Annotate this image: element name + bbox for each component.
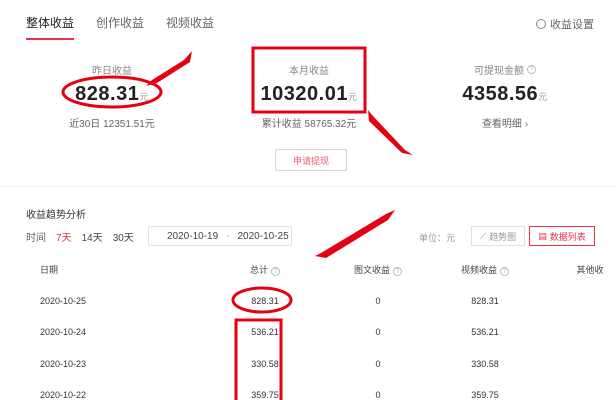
range-14-days[interactable]: 14天 xyxy=(82,229,103,244)
arrow-total xyxy=(315,210,395,258)
stat-withdrawable: 可提现金额? 4358.56元 查看明细 › xyxy=(425,62,585,130)
header-image-text-income: 图文收益? xyxy=(347,263,409,276)
time-label: 时间 xyxy=(26,233,46,244)
cell-video: 536.21 xyxy=(471,327,499,337)
header-other-income: 其他收 xyxy=(576,265,604,275)
cell-image-text: 0 xyxy=(375,359,381,369)
gear-icon xyxy=(536,19,546,29)
header-date: 日期 xyxy=(40,265,59,275)
cell-date: 2020-10-25 xyxy=(40,296,87,306)
cell-total: 359.75 xyxy=(251,390,279,400)
table-row: 2020-10-23 330.58 0 330.58 xyxy=(0,359,616,373)
tab-creation-income[interactable]: 创作收益 xyxy=(96,14,144,40)
header-video-income: 视频收益? xyxy=(445,263,525,276)
list-icon: ▤ xyxy=(538,230,547,241)
date-range-picker[interactable]: 2020-10-19 - 2020-10-25 xyxy=(148,226,292,246)
stat-sub: 近30日 12351.51元 xyxy=(69,119,155,130)
cell-image-text: 0 xyxy=(375,327,381,337)
cell-date: 2020-10-23 xyxy=(40,359,87,369)
date-end: 2020-10-25 xyxy=(237,230,289,242)
tab-video-income[interactable]: 视频收益 xyxy=(166,14,214,40)
stat-label: 本月收益 xyxy=(289,66,329,77)
income-settings-link[interactable]: 收益设置 xyxy=(536,16,594,32)
chart-icon: ⟋ xyxy=(479,230,487,241)
help-icon[interactable]: ? xyxy=(527,65,536,74)
stat-value: 828.31元 xyxy=(75,83,149,105)
cell-video: 359.75 xyxy=(471,390,499,400)
stat-label: 昨日收益 xyxy=(92,66,132,77)
cell-total: 536.21 xyxy=(251,327,279,337)
stat-label: 可提现金额 xyxy=(474,66,524,77)
list-view-button[interactable]: ▤ 数据列表 xyxy=(529,226,595,246)
income-tabs: 整体收益 创作收益 视频收益 xyxy=(26,14,214,40)
table-row: 2020-10-25 828.31 0 828.31 xyxy=(0,296,616,310)
table-row: 2020-10-22 359.75 0 359.75 xyxy=(0,390,616,400)
cell-video: 828.31 xyxy=(471,296,499,306)
stat-this-month: 本月收益 10320.01元 累计收益 58765.32元 xyxy=(229,62,389,130)
tab-overall-income[interactable]: 整体收益 xyxy=(26,14,75,40)
date-separator: - xyxy=(226,230,230,242)
cell-image-text: 0 xyxy=(375,296,381,306)
chart-view-button[interactable]: ⟋ 趋势图 xyxy=(471,226,525,246)
table-row: 2020-10-24 536.21 0 536.21 xyxy=(0,327,616,341)
trend-section-title: 收益趋势分析 xyxy=(26,210,86,221)
date-start: 2020-10-19 xyxy=(167,230,219,242)
cell-date: 2020-10-24 xyxy=(40,327,87,337)
help-icon: ? xyxy=(393,267,402,276)
stat-sub: 累计收益 58765.32元 xyxy=(261,119,357,130)
unit-label: 单位：元 xyxy=(419,233,456,243)
cell-total: 828.31 xyxy=(251,296,279,306)
cell-video: 330.58 xyxy=(471,359,499,369)
help-icon: ? xyxy=(271,267,280,276)
help-icon: ? xyxy=(500,267,509,276)
view-details-link[interactable]: 查看明细 › xyxy=(482,119,528,130)
cell-date: 2020-10-22 xyxy=(40,390,87,400)
stat-value: 10320.01元 xyxy=(260,83,358,105)
range-7-days[interactable]: 7天 xyxy=(56,229,72,244)
header-total: 总计? xyxy=(240,263,290,276)
range-filters: 时间 7天 14天 30天 xyxy=(26,229,134,244)
income-settings-label: 收益设置 xyxy=(550,19,594,31)
cell-image-text: 0 xyxy=(375,390,381,400)
withdraw-button[interactable]: 申请提现 xyxy=(275,149,347,171)
stat-yesterday: 昨日收益 828.31元 近30日 12351.51元 xyxy=(32,62,192,130)
stat-value: 4358.56元 xyxy=(462,83,548,105)
table-header: 日期 总计? 图文收益? 视频收益? 其他收 xyxy=(0,263,616,277)
section-divider xyxy=(0,186,616,187)
range-30-days[interactable]: 30天 xyxy=(113,229,134,244)
cell-total: 330.58 xyxy=(251,359,279,369)
